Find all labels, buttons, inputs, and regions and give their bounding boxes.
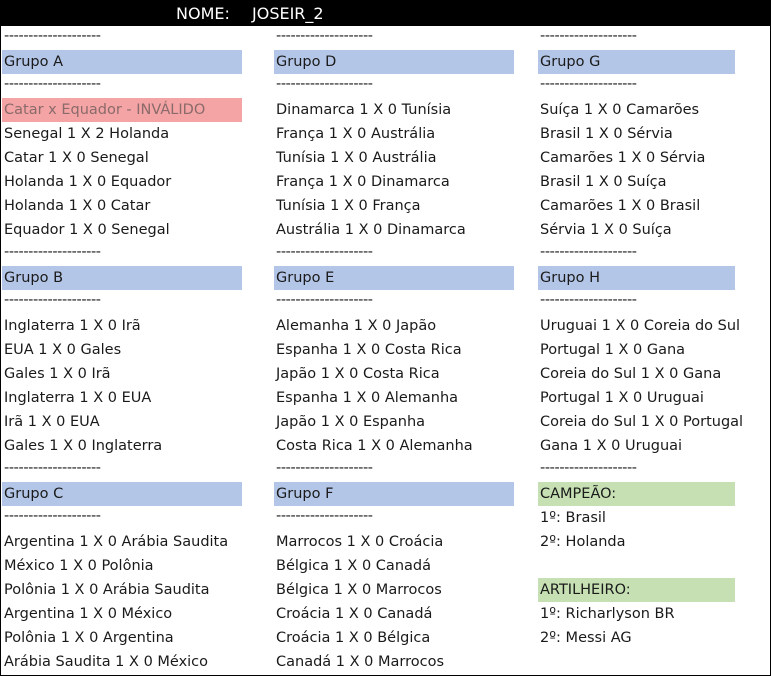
match-cell[interactable]: Japão 1 X 0 Espanha [274, 410, 516, 434]
artilheiro-header[interactable]: ARTILHEIRO: [538, 578, 735, 602]
separator: -------------------- [276, 76, 373, 92]
column-3: -------------------- Grupo G -----------… [538, 26, 770, 650]
match-cell[interactable]: Holanda 1 X 0 Equador [2, 170, 244, 194]
match-cell[interactable]: Japão 1 X 0 Costa Rica [274, 362, 516, 386]
match-cell[interactable]: Austrália 1 X 0 Dinamarca [274, 218, 516, 242]
campeao-header[interactable]: CAMPEÃO: [538, 482, 735, 506]
group-a-header[interactable]: Grupo A [2, 50, 242, 74]
separator: -------------------- [276, 28, 373, 44]
match-cell[interactable]: Polônia 1 X 0 Arábia Saudita [2, 578, 244, 602]
column-1: -------------------- Grupo A -----------… [2, 26, 244, 674]
match-cell[interactable]: Suíça 1 X 0 Camarões [538, 98, 770, 122]
group-h-header[interactable]: Grupo H [538, 266, 735, 290]
match-cell[interactable]: Senegal 1 X 2 Holanda [2, 122, 244, 146]
match-cell[interactable]: Arábia Saudita 1 X 0 México [2, 650, 244, 674]
match-cell[interactable]: México 1 X 0 Polônia [2, 554, 244, 578]
separator: -------------------- [276, 508, 373, 524]
match-cell[interactable]: França 1 X 0 Austrália [274, 122, 516, 146]
match-cell[interactable]: EUA 1 X 0 Gales [2, 338, 244, 362]
empty-cell[interactable] [538, 554, 770, 578]
separator: -------------------- [540, 76, 637, 92]
column-2: -------------------- Grupo D -----------… [274, 26, 516, 674]
match-cell[interactable]: Coreia do Sul 1 X 0 Portugal [538, 410, 770, 434]
match-cell[interactable]: Bélgica 1 X 0 Marrocos [274, 578, 516, 602]
match-cell[interactable]: Tunísia 1 X 0 França [274, 194, 516, 218]
separator: -------------------- [276, 292, 373, 308]
match-cell-invalid[interactable]: Catar x Equador - INVÁLIDO [2, 98, 242, 122]
match-cell[interactable]: Gales 1 X 0 Irã [2, 362, 244, 386]
separator: -------------------- [4, 76, 101, 92]
group-b-header[interactable]: Grupo B [2, 266, 242, 290]
group-d-header[interactable]: Grupo D [274, 50, 514, 74]
group-c-header[interactable]: Grupo C [2, 482, 242, 506]
match-cell[interactable]: Canadá 1 X 0 Marrocos [274, 650, 516, 674]
separator: -------------------- [4, 244, 101, 260]
separator: -------------------- [540, 460, 637, 476]
separator: -------------------- [540, 244, 637, 260]
match-cell[interactable]: Marrocos 1 X 0 Croácia [274, 530, 516, 554]
match-cell[interactable]: Coreia do Sul 1 X 0 Gana [538, 362, 770, 386]
name-header: NOME: JOSEIR_2 [1, 1, 770, 26]
match-cell[interactable]: Costa Rica 1 X 0 Alemanha [274, 434, 516, 458]
match-cell[interactable]: Brasil 1 X 0 Suíça [538, 170, 770, 194]
match-cell[interactable]: Sérvia 1 X 0 Suíça [538, 218, 770, 242]
campeao-first[interactable]: 1º: Brasil [538, 506, 770, 530]
match-cell[interactable]: Camarões 1 X 0 Sérvia [538, 146, 770, 170]
match-cell[interactable]: Portugal 1 X 0 Uruguai [538, 386, 770, 410]
separator: -------------------- [276, 244, 373, 260]
spreadsheet: NOME: JOSEIR_2 -------------------- Grup… [0, 0, 771, 676]
group-e-header[interactable]: Grupo E [274, 266, 514, 290]
match-cell[interactable]: Tunísia 1 X 0 Austrália [274, 146, 516, 170]
match-cell[interactable]: Espanha 1 X 0 Costa Rica [274, 338, 516, 362]
match-cell[interactable]: Camarões 1 X 0 Brasil [538, 194, 770, 218]
match-cell[interactable]: Inglaterra 1 X 0 EUA [2, 386, 244, 410]
group-f-header[interactable]: Grupo F [274, 482, 514, 506]
match-cell[interactable]: Gana 1 X 0 Uruguai [538, 434, 770, 458]
match-cell[interactable]: Inglaterra 1 X 0 Irã [2, 314, 244, 338]
match-cell[interactable]: Bélgica 1 X 0 Canadá [274, 554, 516, 578]
match-cell[interactable]: Croácia 1 X 0 Canadá [274, 602, 516, 626]
match-cell[interactable]: Polônia 1 X 0 Argentina [2, 626, 244, 650]
group-g-header[interactable]: Grupo G [538, 50, 735, 74]
match-cell[interactable]: Espanha 1 X 0 Alemanha [274, 386, 516, 410]
artilheiro-second[interactable]: 2º: Messi AG [538, 626, 770, 650]
campeao-second[interactable]: 2º: Holanda [538, 530, 770, 554]
separator: -------------------- [4, 508, 101, 524]
match-cell[interactable]: Holanda 1 X 0 Catar [2, 194, 244, 218]
separator: -------------------- [4, 460, 101, 476]
match-cell[interactable]: Dinamarca 1 X 0 Tunísia [274, 98, 516, 122]
match-cell[interactable]: Uruguai 1 X 0 Coreia do Sul [538, 314, 770, 338]
separator: -------------------- [540, 28, 637, 44]
match-cell[interactable]: Croácia 1 X 0 Bélgica [274, 626, 516, 650]
separator: -------------------- [276, 460, 373, 476]
separator: -------------------- [4, 28, 101, 44]
match-cell[interactable]: Catar 1 X 0 Senegal [2, 146, 244, 170]
match-cell[interactable]: Gales 1 X 0 Inglaterra [2, 434, 244, 458]
match-cell[interactable]: Argentina 1 X 0 Arábia Saudita [2, 530, 244, 554]
artilheiro-first[interactable]: 1º: Richarlyson BR [538, 602, 770, 626]
separator: -------------------- [540, 292, 637, 308]
name-label: NOME: [176, 4, 230, 23]
match-cell[interactable]: Portugal 1 X 0 Gana [538, 338, 770, 362]
match-cell[interactable]: Irã 1 X 0 EUA [2, 410, 244, 434]
match-cell[interactable]: Argentina 1 X 0 México [2, 602, 244, 626]
separator: -------------------- [4, 292, 101, 308]
match-cell[interactable]: Brasil 1 X 0 Sérvia [538, 122, 770, 146]
match-cell[interactable]: França 1 X 0 Dinamarca [274, 170, 516, 194]
match-cell[interactable]: Equador 1 X 0 Senegal [2, 218, 244, 242]
match-cell[interactable]: Alemanha 1 X 0 Japão [274, 314, 516, 338]
name-value[interactable]: JOSEIR_2 [252, 4, 324, 23]
